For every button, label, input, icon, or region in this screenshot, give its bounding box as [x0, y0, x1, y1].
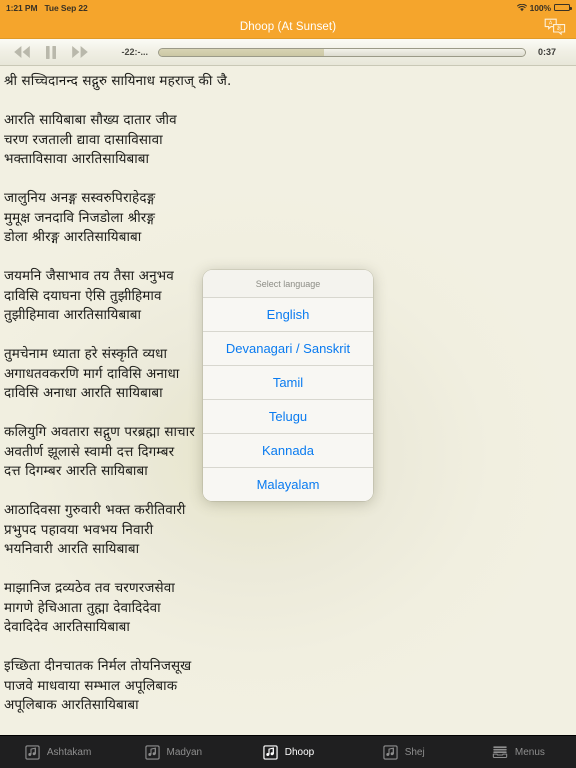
tab-label: Dhoop	[284, 746, 315, 758]
tab-label: Shej	[404, 746, 425, 758]
playback-scrubber[interactable]	[158, 47, 526, 57]
sheet-item-malayalam[interactable]: Malayalam	[203, 468, 373, 501]
scrubber-remaining	[323, 48, 525, 56]
rewind-icon	[14, 46, 30, 58]
tab-dhoop[interactable]: Dhoop	[230, 736, 345, 768]
time-remaining-label: -22:-...	[121, 47, 148, 57]
page-title: Dhoop (At Sunset)	[239, 20, 337, 33]
music-note-icon	[24, 744, 41, 761]
music-note-icon	[144, 744, 161, 761]
app-root: 1:21 PM Tue Sep 22 100% Dhoop (At Sunset…	[0, 0, 576, 768]
tab-bar: Ashtakam Madyan Dhoop Shej Menus	[0, 735, 576, 768]
svg-text:A: A	[549, 20, 553, 26]
tab-label: Madyan	[166, 746, 203, 758]
nav-bar: Dhoop (At Sunset) A あ	[0, 15, 576, 39]
sheet-item-devanagari-sanskrit[interactable]: Devanagari / Sanskrit	[203, 332, 373, 366]
tray-stack-icon	[492, 744, 509, 761]
tab-shej[interactable]: Shej	[346, 736, 461, 768]
translate-button[interactable]: A あ	[542, 16, 568, 38]
fast-forward-button[interactable]	[70, 43, 90, 61]
select-language-sheet: Select language English Devanagari / San…	[203, 270, 373, 501]
battery-icon	[554, 3, 572, 12]
rewind-button[interactable]	[12, 43, 32, 61]
status-time: 1:21 PM	[6, 2, 38, 13]
music-note-icon	[262, 744, 279, 761]
status-bar: 1:21 PM Tue Sep 22 100%	[0, 0, 576, 15]
status-bar-right: 100%	[516, 2, 572, 13]
fast-forward-icon	[72, 46, 88, 58]
svg-text:あ: あ	[556, 25, 561, 32]
wifi-icon	[516, 3, 527, 12]
tab-madyan[interactable]: Madyan	[115, 736, 230, 768]
status-bar-left: 1:21 PM Tue Sep 22	[6, 3, 88, 13]
tab-ashtakam[interactable]: Ashtakam	[0, 736, 115, 768]
sheet-title: Select language	[203, 270, 373, 298]
sheet-item-telugu[interactable]: Telugu	[203, 400, 373, 434]
translate-icon: A あ	[544, 18, 566, 35]
pause-icon	[46, 45, 56, 59]
tab-label: Menus	[514, 746, 545, 758]
scrubber-fill	[159, 48, 324, 56]
battery-percent-label: 100%	[529, 2, 551, 13]
player-toolbar: -22:-... 0:37	[0, 39, 576, 66]
music-note-icon	[382, 744, 399, 761]
sheet-item-kannada[interactable]: Kannada	[203, 434, 373, 468]
status-date: Tue Sep 22	[44, 2, 88, 13]
pause-button[interactable]	[41, 43, 61, 61]
sheet-item-tamil[interactable]: Tamil	[203, 366, 373, 400]
tab-label: Ashtakam	[46, 746, 92, 758]
time-elapsed-label: 0:37	[538, 47, 557, 57]
transport-controls	[12, 43, 90, 61]
sheet-item-english[interactable]: English	[203, 298, 373, 332]
tab-menus[interactable]: Menus	[461, 736, 576, 768]
